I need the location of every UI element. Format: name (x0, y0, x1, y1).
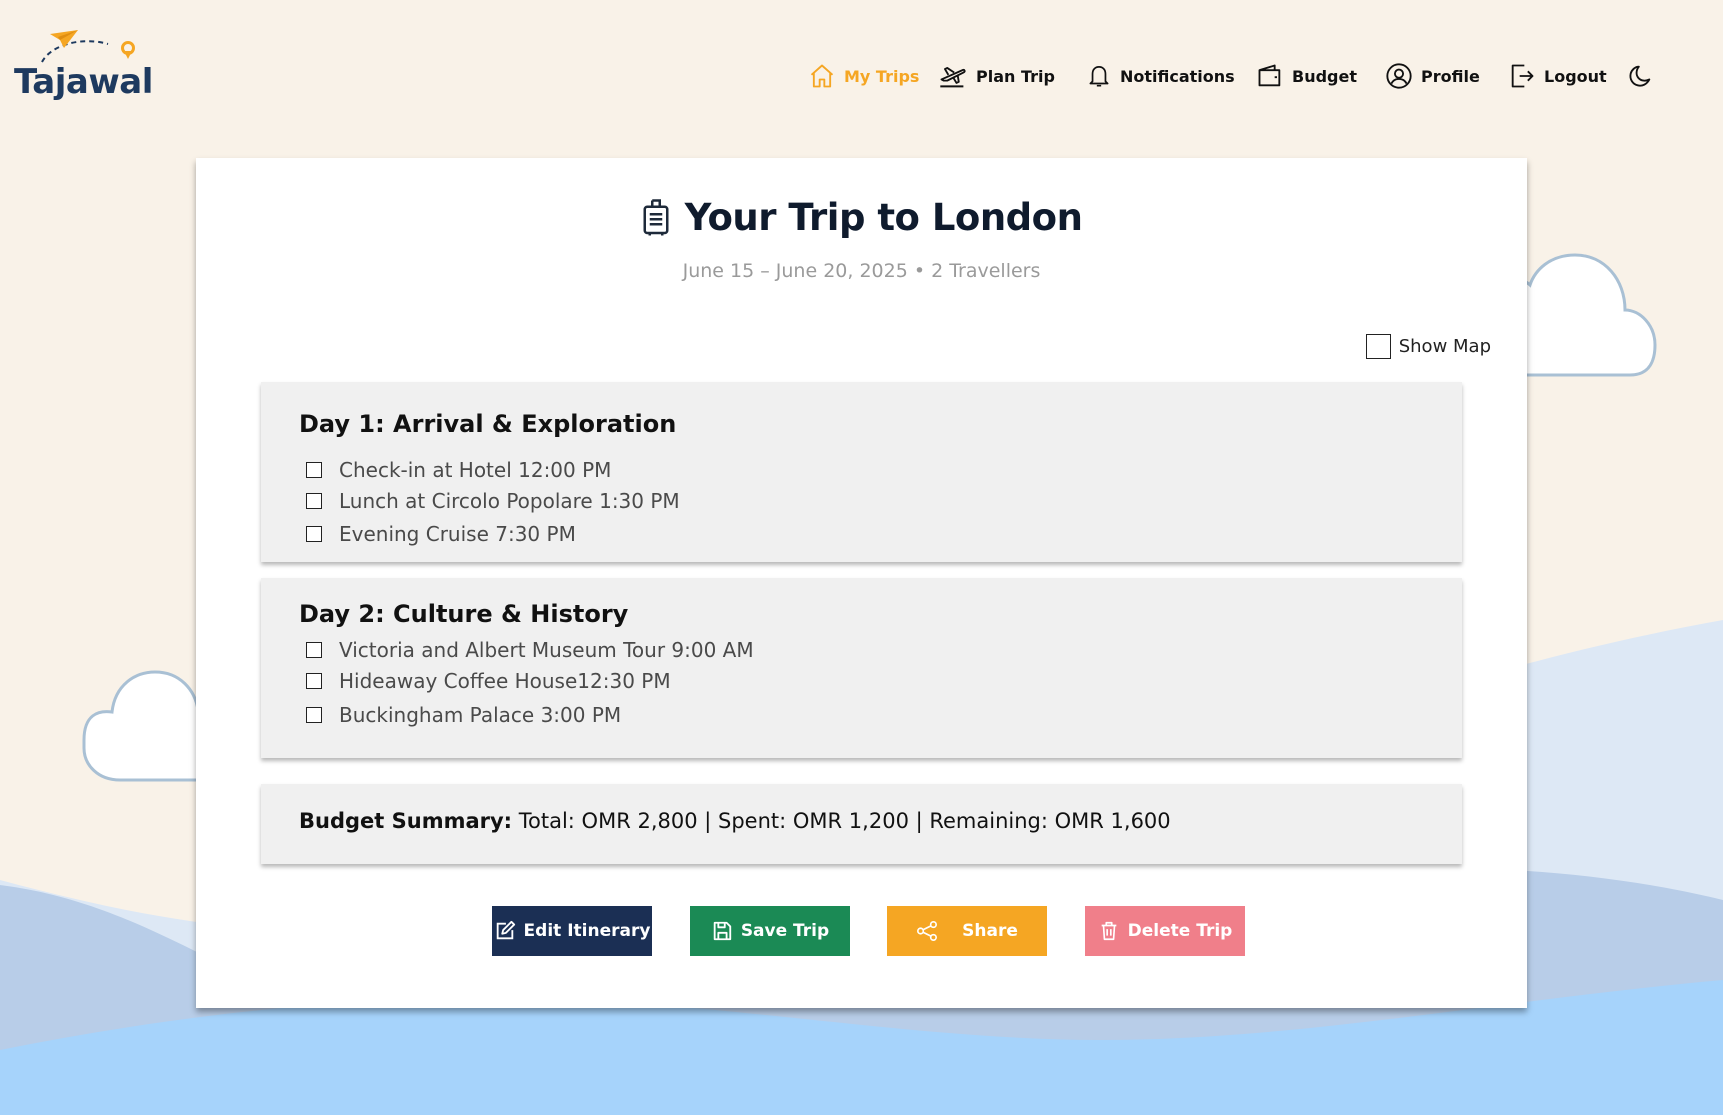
moon-icon (1629, 65, 1651, 87)
activity-item[interactable]: Check-in at Hotel 12:00 PM (306, 458, 611, 482)
activity-label: Hideaway Coffee House12:30 PM (339, 669, 671, 693)
activity-checkbox[interactable] (306, 493, 322, 509)
button-label: Delete Trip (1127, 921, 1233, 941)
activity-label: Evening Cruise 7:30 PM (339, 522, 576, 546)
nav-label: Plan Trip (976, 66, 1055, 86)
edit-itinerary-button[interactable]: Edit Itinerary (492, 906, 652, 956)
nav-my-trips[interactable]: My Trips (808, 54, 919, 98)
activity-item[interactable]: Victoria and Albert Museum Tour 9:00 AM (306, 638, 754, 662)
button-label: Share (962, 921, 1018, 941)
budget-summary: Budget Summary: Total: OMR 2,800 | Spent… (299, 809, 1171, 833)
nav-label: Notifications (1120, 66, 1235, 86)
budget-values: Total: OMR 2,800 | Spent: OMR 1,200 | Re… (518, 809, 1171, 833)
edit-icon (496, 920, 515, 940)
share-button[interactable]: Share (887, 906, 1047, 956)
trip-dates-travellers: June 15 – June 20, 2025 • 2 Travellers (682, 260, 1041, 282)
trash-icon (1101, 921, 1116, 941)
activity-item[interactable]: Evening Cruise 7:30 PM (306, 522, 576, 546)
activity-checkbox[interactable] (306, 707, 322, 723)
budget-summary-section: Budget Summary: Total: OMR 2,800 | Spent… (261, 784, 1462, 864)
activity-label: Lunch at Circolo Popolare 1:30 PM (339, 489, 680, 513)
trip-details-card: Your Trip to London June 15 – June 20, 2… (196, 158, 1527, 1008)
theme-toggle-button[interactable] (1626, 54, 1654, 98)
budget-label: Budget Summary: (299, 809, 513, 833)
cloud-right (1513, 253, 1657, 377)
day-1-section: Day 1: Arrival & Exploration Check-in at… (261, 382, 1462, 562)
activity-checkbox[interactable] (306, 642, 322, 658)
title-row: Your Trip to London (196, 196, 1527, 239)
activity-checkbox[interactable] (306, 673, 322, 689)
bell-icon (1089, 65, 1109, 87)
page-title: Your Trip to London (684, 196, 1083, 239)
nav-budget[interactable]: Budget (1256, 54, 1357, 98)
save-trip-button[interactable]: Save Trip (690, 906, 850, 956)
checkbox-box[interactable] (1365, 334, 1391, 359)
nav-label: Logout (1544, 66, 1607, 86)
show-map-checkbox[interactable]: Show Map (1365, 334, 1491, 359)
home-icon (810, 64, 834, 88)
day-title: Day 1: Arrival & Exploration (299, 410, 677, 438)
wallet-icon (1258, 64, 1281, 87)
day-2-section: Day 2: Culture & History Victoria and Al… (261, 578, 1462, 758)
nav-label: My Trips (844, 66, 920, 86)
logout-icon (1511, 64, 1534, 88)
nav-logout[interactable]: Logout (1508, 54, 1607, 98)
activity-item[interactable]: Buckingham Palace 3:00 PM (306, 703, 621, 727)
luggage-icon (643, 198, 669, 235)
activity-label: Check-in at Hotel 12:00 PM (339, 458, 612, 482)
save-icon (713, 921, 731, 941)
cloud-left (82, 670, 200, 782)
activity-label: Buckingham Palace 3:00 PM (339, 703, 622, 727)
nav-plan-trip[interactable]: Plan Trip (938, 54, 1055, 98)
plane-takeoff-icon (940, 67, 966, 88)
delete-trip-button[interactable]: Delete Trip (1085, 906, 1245, 956)
day-title: Day 2: Culture & History (299, 600, 629, 628)
activity-checkbox[interactable] (306, 462, 322, 478)
user-circle-icon (1386, 63, 1412, 89)
activity-checkbox[interactable] (306, 526, 322, 542)
button-label: Edit Itinerary (523, 921, 651, 941)
share-icon (917, 921, 938, 941)
activity-item[interactable]: Hideaway Coffee House12:30 PM (306, 669, 671, 693)
nav-notifications[interactable]: Notifications (1086, 54, 1235, 98)
activity-label: Victoria and Albert Museum Tour 9:00 AM (339, 638, 754, 662)
activity-item[interactable]: Lunch at Circolo Popolare 1:30 PM (306, 489, 680, 513)
top-navigation: My Trips Plan Trip Notifications Budget … (0, 54, 1723, 98)
nav-profile[interactable]: Profile (1385, 54, 1480, 98)
nav-label: Profile (1421, 66, 1480, 86)
button-label: Save Trip (740, 921, 830, 941)
show-map-label: Show Map (1398, 336, 1491, 357)
nav-label: Budget (1292, 66, 1357, 86)
